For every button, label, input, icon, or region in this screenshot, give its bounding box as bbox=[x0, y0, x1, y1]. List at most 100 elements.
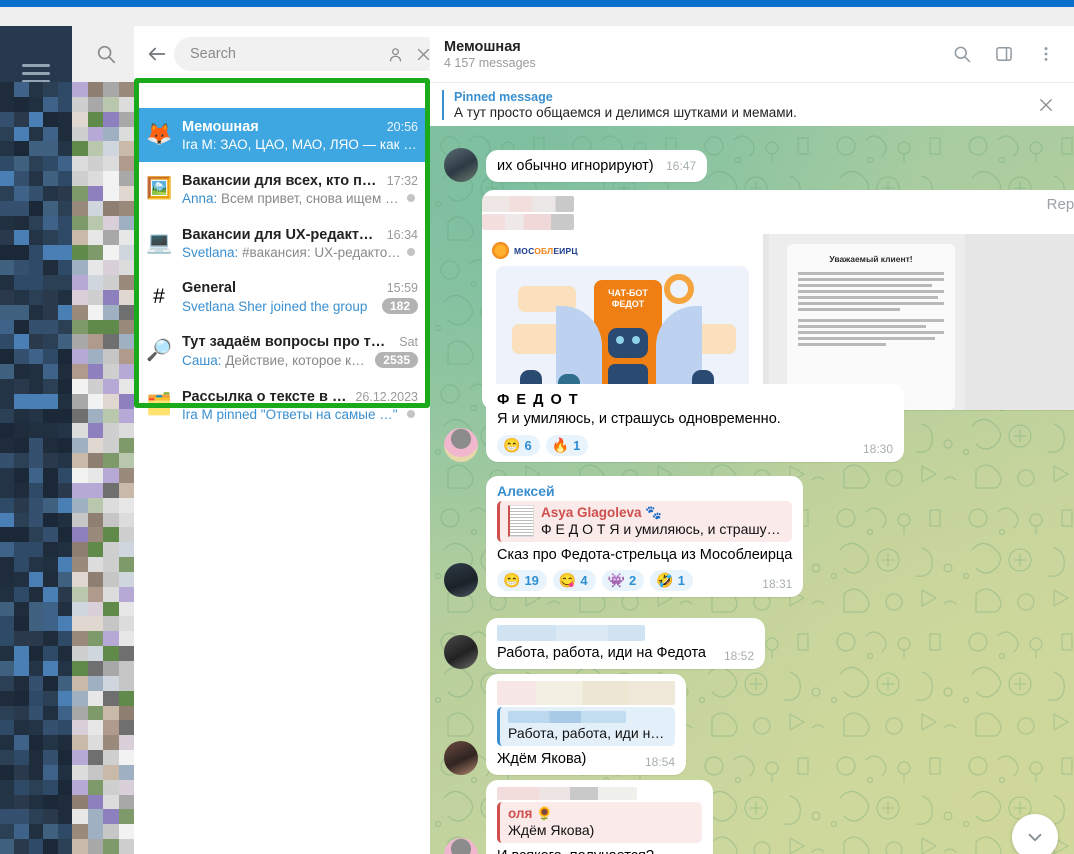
reaction-chip[interactable]: 🤣 1 bbox=[650, 570, 693, 592]
close-icon[interactable] bbox=[1032, 91, 1060, 119]
chat-item-body: Вакансии для UX-редакторов 16:34 Svetlana:… bbox=[182, 227, 418, 260]
message-time: 18:52 bbox=[724, 649, 755, 664]
reaction-chip[interactable]: 😁 6 bbox=[497, 434, 540, 456]
chat-list-item[interactable]: 🖼️ Вакансии для всех, кто пишет 17:32 Anna:… bbox=[134, 162, 430, 216]
message-text: Я и умиляюсь, и страшусь одновременно. bbox=[497, 411, 781, 428]
hamburger-icon[interactable] bbox=[22, 64, 50, 83]
back-arrow-icon[interactable] bbox=[146, 38, 168, 70]
search-icon[interactable] bbox=[948, 40, 976, 68]
blurred-quote-author bbox=[508, 711, 626, 723]
avatar: 🔎 bbox=[146, 339, 173, 362]
avatar: # bbox=[153, 285, 165, 308]
message-bubble[interactable]: Ф Е Д О Т Я и умиляюсь, и страшусь однов… bbox=[486, 384, 904, 462]
quoted-message[interactable]: Работа, работа, иди н… bbox=[497, 707, 675, 746]
media-message-bubble[interactable]: Reply МОСОБЛЕИРЦ ЧАТ-БОТФЕДОТ bbox=[482, 190, 1074, 410]
message-time: 18:31 bbox=[762, 577, 793, 592]
chat-list-item[interactable]: 🔎 Тут задаём вопросы про текст Sat Саша: Де… bbox=[134, 324, 430, 378]
chat-item-title: Рассылка о тексте в инт… bbox=[182, 388, 350, 405]
chat-item-preview: Svetlana Sher joined the group bbox=[182, 299, 377, 314]
message-text: Сказ про Федота-стрельца из Мособлеирца bbox=[497, 547, 793, 563]
reaction-chip[interactable]: 🔥 1 bbox=[545, 434, 589, 456]
chat-item-sender: Саша: bbox=[182, 352, 222, 368]
avatar[interactable] bbox=[444, 563, 478, 598]
chat-list-header bbox=[134, 26, 443, 82]
quoted-message[interactable]: оля 🌻 Ждём Якова) bbox=[497, 802, 702, 843]
reply-label[interactable]: Reply bbox=[1047, 196, 1074, 213]
reaction-chip[interactable]: 👾 2 bbox=[601, 570, 645, 592]
search-field-wrapper[interactable] bbox=[174, 37, 443, 71]
message-bubble[interactable]: Алексей Asya Glagoleva 🐾 Ф Е Д О Т Я и у… bbox=[486, 476, 804, 598]
avatar[interactable] bbox=[444, 427, 478, 462]
chat-item-message: Всем привет, снова ищем … bbox=[217, 190, 399, 206]
reaction-emoji: 👾 bbox=[607, 572, 626, 589]
chat-item-message: ЗАО, ЦАО, МАО, ЛЯО — как бу… bbox=[216, 136, 418, 152]
pinned-message-bar[interactable]: Pinned message А тут просто общаемся и д… bbox=[430, 82, 1074, 126]
reaction-count: 6 bbox=[524, 437, 532, 453]
message-row: Работа, работа, иди н… Ждём Якова) 18:54 bbox=[444, 674, 686, 776]
chat-item-top: Вакансии для UX-редакторов 16:34 bbox=[182, 227, 418, 243]
reaction-chip[interactable]: 😁 19 bbox=[497, 570, 547, 592]
message-row: Работа, работа, иди на Федота 18:52 bbox=[444, 618, 766, 670]
chat-list-item[interactable]: # General 15:59 Svetlana Sher joined the gr… bbox=[134, 270, 430, 324]
reaction-chip[interactable]: 😋 4 bbox=[552, 570, 596, 592]
more-vertical-icon[interactable] bbox=[1032, 40, 1060, 68]
chat-item-title: Мемошная bbox=[182, 118, 259, 135]
message-text: их обычно игнорируют) bbox=[497, 157, 654, 174]
chat-item-message: Svetlana Sher joined the group bbox=[182, 298, 368, 314]
avatar[interactable] bbox=[444, 148, 478, 182]
avatar[interactable] bbox=[444, 838, 478, 854]
message-bubble[interactable]: оля 🌻 Ждём Якова) И всякого, получается?… bbox=[486, 780, 713, 854]
quote-text: Работа, работа, иди н… bbox=[508, 725, 665, 741]
avatar[interactable] bbox=[444, 741, 478, 776]
chat-list-item[interactable]: 🦊 Мемошная 20:56 Ira M: ЗАО, ЦАО, МАО, ЛЯО … bbox=[134, 108, 430, 162]
panel-toggle-icon[interactable] bbox=[990, 40, 1018, 68]
chat-item-body: Рассылка о тексте в инт… 26.12.2023 Ira M … bbox=[182, 389, 418, 422]
blurred-folder-column bbox=[72, 26, 134, 854]
message-scroll-area[interactable]: их обычно игнорируют) 16:47 Reply bbox=[430, 126, 1074, 854]
chat-item-body: Вакансии для всех, кто пишет 17:32 Anna: В… bbox=[182, 173, 418, 206]
chat-item-top: Вакансии для всех, кто пишет 17:32 bbox=[182, 173, 418, 189]
person-icon[interactable] bbox=[385, 44, 405, 64]
message-time: 18:30 bbox=[862, 441, 893, 456]
chat-item-top: Тут задаём вопросы про текст Sat bbox=[182, 334, 418, 350]
chat-item-body: General 15:59 Svetlana Sher joined the gro… bbox=[182, 280, 418, 314]
chat-item-message: Ira M pinned "Ответы на самые …" bbox=[182, 406, 398, 422]
rail-blurred-content bbox=[0, 82, 72, 854]
chat-list-rows: 🦊 Мемошная 20:56 Ira M: ЗАО, ЦАО, МАО, ЛЯО … bbox=[134, 108, 430, 432]
chat-item-preview: Саша: Действие, которое кри… bbox=[182, 353, 370, 368]
quote-author: Asya Glagoleva 🐾 bbox=[541, 505, 663, 520]
chat-item-time: 16:34 bbox=[386, 227, 418, 242]
chat-list-panel: 🦊 Мемошная 20:56 Ira M: ЗАО, ЦАО, МАО, ЛЯО … bbox=[134, 26, 443, 854]
chat-item-preview: Anna: Всем привет, снова ищем … bbox=[182, 191, 402, 206]
conversation-header-text[interactable]: Мемошная 4 157 messages bbox=[444, 39, 948, 70]
reaction-list: 😁 19 😋 4 👾 2 🤣 1 bbox=[497, 570, 693, 592]
avatar: 🖼️ bbox=[146, 177, 173, 200]
chat-item-message: Действие, которое кри… bbox=[221, 352, 371, 368]
reaction-list: 😁 6 🔥 1 bbox=[497, 434, 589, 456]
message-row: оля 🌻 Ждём Якова) И всякого, получается?… bbox=[444, 780, 713, 854]
reaction-count: 1 bbox=[573, 437, 581, 453]
chat-list-item[interactable]: 🗂️ Рассылка о тексте в инт… 26.12.2023 Ira … bbox=[134, 378, 430, 432]
chat-item-preview: Ira M: ЗАО, ЦАО, МАО, ЛЯО — как бу… bbox=[182, 137, 418, 152]
chat-item-message: #вакансия: UX-редакто… bbox=[238, 244, 401, 260]
search-input[interactable] bbox=[190, 46, 377, 62]
message-bubble[interactable]: Работа, работа, иди на Федота 18:52 bbox=[486, 618, 766, 670]
page-title: Мемошная bbox=[444, 38, 521, 55]
chat-item-bottom: Ira M: ЗАО, ЦАО, МАО, ЛЯО — как бу… bbox=[182, 137, 418, 152]
avatar: 💻 bbox=[146, 231, 173, 254]
quoted-message[interactable]: Asya Glagoleva 🐾 Ф Е Д О Т Я и умиляюсь,… bbox=[497, 501, 793, 542]
pinned-body: Pinned message А тут просто общаемся и д… bbox=[454, 90, 1032, 120]
scroll-to-bottom-button[interactable] bbox=[1012, 814, 1058, 854]
message-bubble[interactable]: их обычно игнорируют) 16:47 bbox=[486, 149, 708, 182]
quote-text: Ф Е Д О Т Я и умиляюсь, и страшу… bbox=[541, 521, 781, 537]
avatar[interactable] bbox=[444, 635, 478, 670]
search-icon[interactable] bbox=[90, 38, 122, 70]
blurred-sender-name bbox=[497, 787, 637, 800]
unread-badge: 182 bbox=[381, 298, 418, 314]
message-title: Ф Е Д О Т bbox=[497, 392, 580, 408]
browser-accent-bar bbox=[0, 0, 1074, 7]
chat-list-item[interactable]: 💻 Вакансии для UX-редакторов 16:34 Svetlana… bbox=[134, 216, 430, 270]
chat-item-top: Рассылка о тексте в инт… 26.12.2023 bbox=[182, 389, 418, 405]
message-bubble[interactable]: Работа, работа, иди н… Ждём Якова) 18:54 bbox=[486, 674, 686, 776]
chat-item-top: Мемошная 20:56 bbox=[182, 119, 418, 135]
